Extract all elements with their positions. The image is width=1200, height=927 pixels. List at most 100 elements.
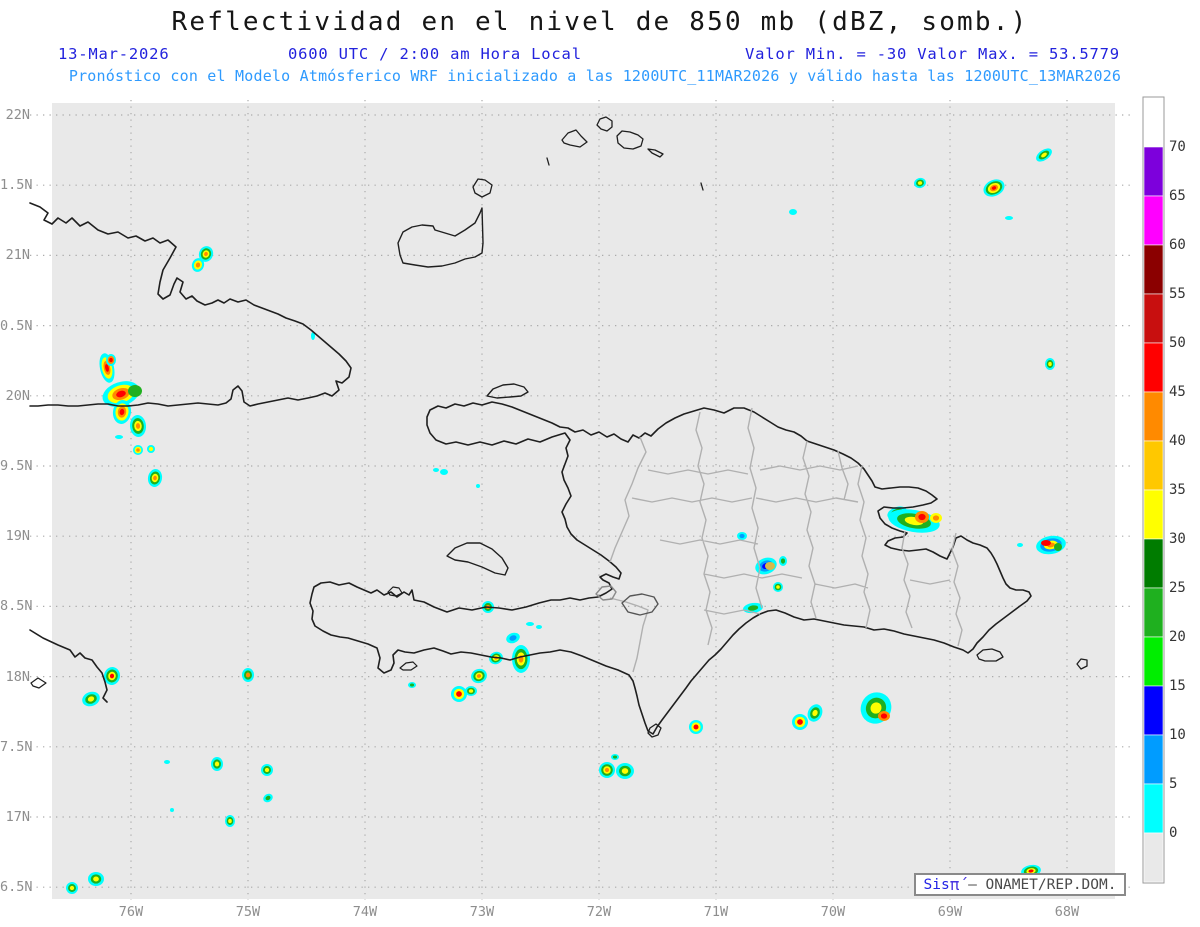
radar-cell bbox=[779, 556, 787, 566]
radar-cell-layer bbox=[789, 209, 797, 215]
radar-cell bbox=[878, 711, 890, 721]
colorbar-tick-label: 55 bbox=[1169, 286, 1186, 302]
radar-cell bbox=[66, 882, 78, 894]
colorbar-segment bbox=[1143, 195, 1164, 246]
radar-cell-layer bbox=[880, 713, 888, 719]
colorbar-segment bbox=[1143, 391, 1164, 442]
navassa-island bbox=[30, 677, 47, 689]
radar-cell bbox=[164, 760, 170, 764]
radar-cell bbox=[128, 385, 142, 397]
radar-cell bbox=[789, 209, 797, 215]
radar-cell bbox=[408, 682, 416, 688]
radar-cell bbox=[225, 815, 235, 827]
radar-cell bbox=[616, 763, 634, 779]
colorbar-segment bbox=[1143, 489, 1164, 540]
radar-cell-layer bbox=[468, 689, 474, 693]
radar-cell-layer bbox=[797, 719, 803, 725]
colorbar-tick-label: 40 bbox=[1169, 433, 1186, 449]
colorbar-tick-label: 0 bbox=[1169, 825, 1178, 841]
radar-cell bbox=[773, 582, 783, 592]
valid-time-label: 0600 UTC / 2:00 am Hora Local bbox=[288, 45, 582, 63]
radar-cell bbox=[930, 513, 942, 523]
lat-tick-label: 20N bbox=[5, 387, 30, 404]
radar-cell bbox=[170, 808, 174, 812]
colorbar-segment bbox=[1143, 440, 1164, 491]
radar-cell bbox=[737, 532, 747, 540]
radar-cell bbox=[526, 622, 534, 626]
radar-cell bbox=[915, 511, 929, 523]
colorbar-segment bbox=[1143, 636, 1164, 687]
colorbar-tick-label: 15 bbox=[1169, 678, 1186, 694]
radar-cell bbox=[1045, 358, 1055, 370]
radar-cell-layer bbox=[214, 761, 220, 767]
colorbar-segment bbox=[1143, 244, 1164, 295]
radar-cell bbox=[451, 686, 467, 702]
radar-cell bbox=[765, 562, 775, 570]
lat-tick-label: 17N bbox=[5, 809, 30, 825]
radar-cell bbox=[1054, 543, 1062, 551]
colorbar-tick-label: 70 bbox=[1169, 139, 1186, 155]
colorbar-segment bbox=[1143, 783, 1164, 834]
colorbar-segment bbox=[1143, 342, 1164, 393]
lat-tick-label: 21N bbox=[5, 247, 30, 264]
radar-cell-layer bbox=[1048, 361, 1052, 367]
colorbar-tick-label: 50 bbox=[1169, 335, 1186, 351]
radar-cell bbox=[242, 668, 254, 682]
colorbar-segment bbox=[1143, 293, 1164, 344]
model-run-label: Pronóstico con el Modelo Atmósferico WRF… bbox=[68, 67, 1122, 85]
radar-cell-layer bbox=[621, 768, 629, 774]
radar-cell-layer bbox=[780, 558, 786, 564]
radar-cell-layer bbox=[228, 818, 232, 824]
radar-cell-layer bbox=[1005, 216, 1013, 220]
radar-cell-layer bbox=[739, 533, 745, 539]
radar-cell-layer bbox=[776, 585, 780, 589]
radar-cell-layer bbox=[918, 513, 926, 521]
radar-cell bbox=[1005, 216, 1013, 220]
radar-cell-layer bbox=[526, 622, 534, 626]
credit-box: Sis π́ – ONAMET/REP.DOM. bbox=[914, 873, 1126, 896]
radar-cell-layer bbox=[136, 448, 140, 452]
colorbar-tick-label: 20 bbox=[1169, 629, 1186, 645]
radar-cell bbox=[211, 757, 223, 771]
lon-tick-label: 70W bbox=[820, 904, 846, 920]
radar-cell bbox=[440, 469, 448, 475]
radar-cell-layer bbox=[693, 724, 699, 730]
lat-tick-label: 6.5N bbox=[0, 879, 33, 896]
model-domain-fill bbox=[52, 103, 1115, 899]
radar-cell bbox=[88, 872, 104, 886]
valid-date-label: 13-Mar-2026 bbox=[58, 45, 170, 63]
colorbar-segment bbox=[1143, 538, 1164, 589]
radar-cell-layer bbox=[612, 755, 618, 759]
radar-cell-layer bbox=[1041, 540, 1051, 546]
lat-tick-label: 18N bbox=[5, 668, 30, 685]
radar-cell-layer bbox=[148, 446, 154, 452]
radar-cell bbox=[133, 445, 143, 455]
radar-cell-layer bbox=[69, 885, 75, 891]
credit-sis-text: Sis bbox=[923, 876, 950, 893]
radar-cell-layer bbox=[440, 469, 448, 475]
lon-tick-label: 73W bbox=[469, 904, 495, 920]
radar-cell-layer bbox=[1017, 543, 1023, 547]
radar-cell bbox=[465, 686, 477, 696]
radar-cell-layer bbox=[476, 484, 480, 488]
radar-cell bbox=[1041, 540, 1051, 546]
lat-tick-label: 1.5N bbox=[0, 177, 33, 194]
colorbar-segment bbox=[1143, 97, 1164, 148]
radar-cell-layer bbox=[433, 468, 439, 472]
pi-symbol: π́ bbox=[949, 875, 960, 894]
colorbar-tick-label: 35 bbox=[1169, 482, 1186, 498]
radar-cell bbox=[536, 625, 542, 629]
colorbar-tick-label: 45 bbox=[1169, 384, 1186, 400]
map-canvas bbox=[29, 96, 1165, 900]
colorbar-segment bbox=[1143, 734, 1164, 785]
radar-cell bbox=[611, 754, 619, 760]
radar-cell-layer bbox=[115, 435, 123, 439]
radar-cell-layer bbox=[932, 515, 940, 521]
radar-cell bbox=[1017, 543, 1023, 547]
radar-cell-layer bbox=[170, 808, 174, 812]
lat-tick-label: 8.5N bbox=[0, 598, 33, 615]
radar-cell bbox=[147, 445, 155, 453]
radar-cell-layer bbox=[409, 683, 415, 687]
radar-cell bbox=[599, 762, 615, 778]
lon-tick-label: 76W bbox=[118, 904, 144, 920]
